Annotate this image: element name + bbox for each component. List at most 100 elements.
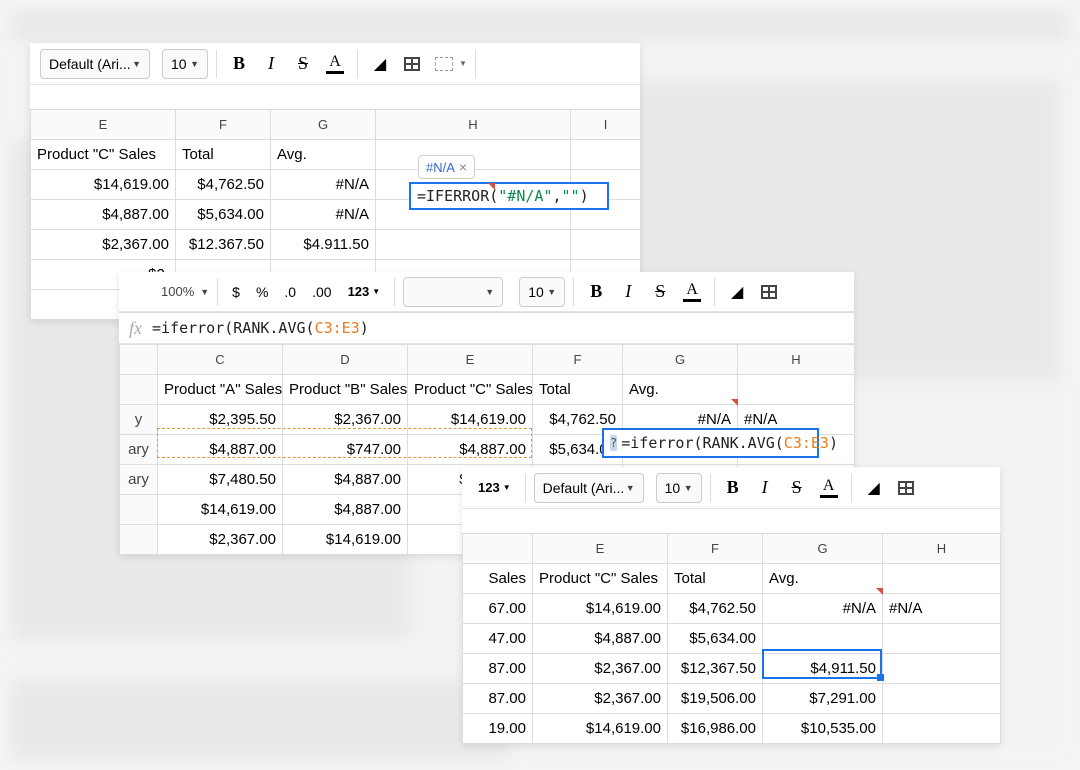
cell[interactable]: [883, 684, 1001, 714]
cell[interactable]: $5,634.00: [668, 624, 763, 654]
fill-color-button[interactable]: ◢: [723, 278, 751, 306]
sheet-bottom[interactable]: E F G H Sales Product "C" Sales Total Av…: [462, 533, 1001, 744]
cell[interactable]: $2,395.50: [158, 405, 283, 435]
help-icon[interactable]: ?: [610, 435, 617, 451]
cell[interactable]: [763, 624, 883, 654]
cell[interactable]: Avg.: [623, 375, 738, 405]
cell[interactable]: $4,887.00: [283, 465, 408, 495]
strike-button[interactable]: S: [783, 474, 811, 502]
font-size-select[interactable]: 10▼: [656, 473, 702, 503]
col-header[interactable]: C: [158, 345, 283, 375]
formula-edit-cell[interactable]: ? =iferror(RANK.AVG(C3:E3): [602, 428, 819, 458]
borders-button[interactable]: [892, 474, 920, 502]
row-header[interactable]: ary: [120, 465, 158, 495]
cell[interactable]: 87.00: [463, 654, 533, 684]
cell[interactable]: 47.00: [463, 624, 533, 654]
cell[interactable]: #N/A: [883, 594, 1001, 624]
decrease-decimal-button[interactable]: .0: [278, 284, 302, 300]
fill-color-button[interactable]: ◢: [366, 50, 394, 78]
cell[interactable]: 87.00: [463, 684, 533, 714]
cell[interactable]: $14,619.00: [283, 525, 408, 555]
cell[interactable]: [571, 230, 641, 260]
fill-color-button[interactable]: ◢: [860, 474, 888, 502]
cell[interactable]: Total: [176, 140, 271, 170]
cell[interactable]: [883, 714, 1001, 744]
number-format-button[interactable]: 123▼: [472, 480, 517, 495]
italic-button[interactable]: I: [614, 278, 642, 306]
col-header[interactable]: H: [376, 110, 571, 140]
col-header[interactable]: G: [271, 110, 376, 140]
cell[interactable]: Product "C" Sales: [408, 375, 533, 405]
cell[interactable]: $10,535.00: [763, 714, 883, 744]
cell[interactable]: $4,911.50: [763, 654, 883, 684]
cell[interactable]: #N/A: [271, 200, 376, 230]
cell[interactable]: $7,480.50: [158, 465, 283, 495]
cell[interactable]: [883, 654, 1001, 684]
bold-button[interactable]: B: [582, 278, 610, 306]
strike-button[interactable]: S: [646, 278, 674, 306]
increase-decimal-button[interactable]: .00: [306, 284, 337, 300]
formula-edit-cell[interactable]: =IFERROR("#N/A",""): [409, 182, 609, 210]
col-header[interactable]: H: [738, 345, 855, 375]
cell[interactable]: $4,762.50: [668, 594, 763, 624]
cell[interactable]: Total: [533, 375, 623, 405]
cell[interactable]: $12.367.50: [176, 230, 271, 260]
cell[interactable]: $19,506.00: [668, 684, 763, 714]
cell[interactable]: $2,367.00: [158, 525, 283, 555]
percent-button[interactable]: %: [250, 284, 274, 300]
corner-cell[interactable]: [120, 345, 158, 375]
strike-button[interactable]: S: [289, 50, 317, 78]
font-select[interactable]: Default (Ari...▼: [40, 49, 150, 79]
col-header[interactable]: E: [533, 534, 668, 564]
cell[interactable]: Product "C" Sales: [533, 564, 668, 594]
cell[interactable]: $12,367.50: [668, 654, 763, 684]
cell[interactable]: Total: [668, 564, 763, 594]
col-header[interactable]: H: [883, 534, 1001, 564]
cell[interactable]: [883, 564, 1001, 594]
cell[interactable]: $4.911.50: [271, 230, 376, 260]
cell[interactable]: $4,762.50: [176, 170, 271, 200]
col-header[interactable]: [463, 534, 533, 564]
cell[interactable]: Avg.: [763, 564, 883, 594]
cell[interactable]: $14,619.00: [31, 170, 176, 200]
cell[interactable]: Avg.: [271, 140, 376, 170]
col-header[interactable]: F: [176, 110, 271, 140]
number-format-button[interactable]: 123▼: [342, 284, 387, 299]
cell[interactable]: 67.00: [463, 594, 533, 624]
row-header[interactable]: [120, 375, 158, 405]
close-icon[interactable]: ×: [459, 159, 467, 175]
borders-button[interactable]: [755, 278, 783, 306]
cell[interactable]: 19.00: [463, 714, 533, 744]
cell[interactable]: [883, 624, 1001, 654]
cell[interactable]: $14,619.00: [533, 714, 668, 744]
cell[interactable]: [376, 230, 571, 260]
text-color-button[interactable]: A: [321, 50, 349, 78]
col-header[interactable]: G: [623, 345, 738, 375]
cell[interactable]: $14,619.00: [408, 405, 533, 435]
row-header[interactable]: [120, 495, 158, 525]
cell[interactable]: #N/A: [271, 170, 376, 200]
cell[interactable]: $747.00: [283, 435, 408, 465]
col-header[interactable]: G: [763, 534, 883, 564]
cell[interactable]: $4,887.00: [408, 435, 533, 465]
merge-button[interactable]: [430, 50, 458, 78]
text-color-button[interactable]: A: [678, 278, 706, 306]
cell[interactable]: $14,619.00: [158, 495, 283, 525]
col-header[interactable]: I: [571, 110, 641, 140]
font-size-select[interactable]: 10▼: [519, 277, 565, 307]
cell[interactable]: [571, 140, 641, 170]
text-color-button[interactable]: A: [815, 474, 843, 502]
col-header[interactable]: F: [668, 534, 763, 564]
cell[interactable]: $4,887.00: [283, 495, 408, 525]
cell[interactable]: $4,887.00: [533, 624, 668, 654]
cell[interactable]: Product "C" Sales: [31, 140, 176, 170]
cell[interactable]: $16,986.00: [668, 714, 763, 744]
italic-button[interactable]: I: [751, 474, 779, 502]
bold-button[interactable]: B: [225, 50, 253, 78]
col-header[interactable]: F: [533, 345, 623, 375]
col-header[interactable]: E: [408, 345, 533, 375]
cell[interactable]: Product "A" Sales: [158, 375, 283, 405]
cell[interactable]: [738, 375, 855, 405]
cell[interactable]: $2,367.00: [283, 405, 408, 435]
currency-button[interactable]: $: [226, 284, 246, 300]
